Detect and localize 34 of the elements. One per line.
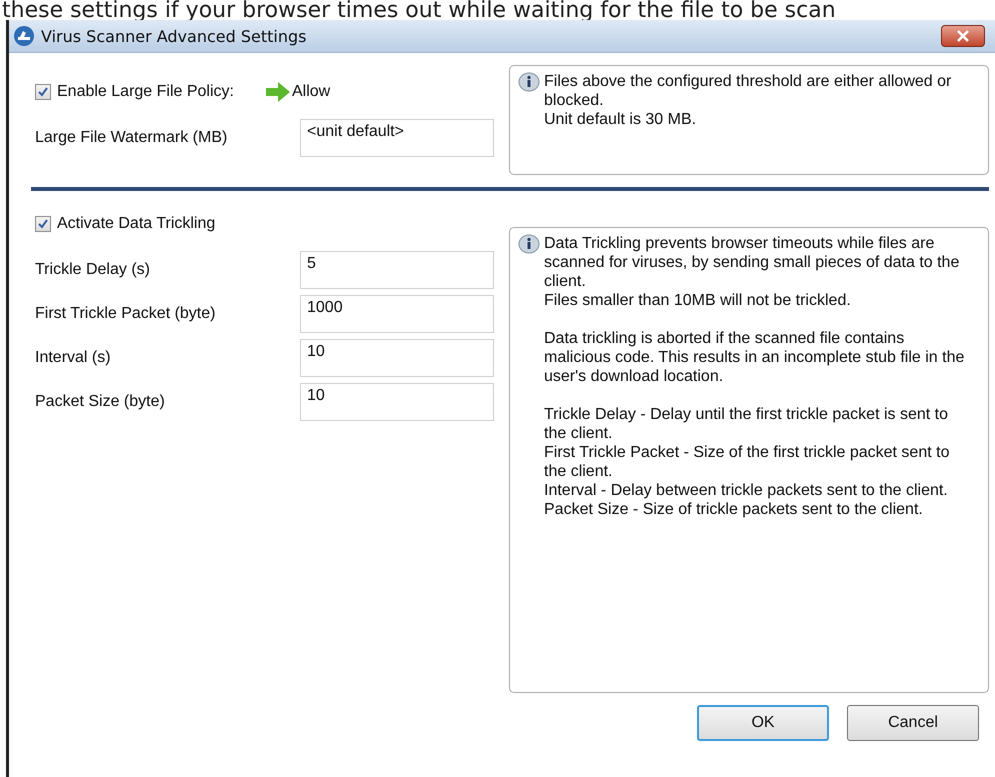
dialog-button[interactable]: Cancel: [847, 705, 979, 741]
window-title: Virus Scanner Advanced Settings: [41, 26, 308, 46]
field-label: Interval (s): [35, 349, 112, 367]
info-text: Unit default is 30 MB.: [544, 110, 698, 129]
checkbox-label: Activate Data Trickling: [57, 215, 216, 233]
field-label: Large File Watermark (MB): [35, 129, 228, 147]
checkbox[interactable]: [35, 216, 51, 232]
info-icon: [518, 234, 540, 256]
dialog-button[interactable]: OK: [697, 705, 829, 741]
field-label: First Trickle Packet (byte): [35, 305, 216, 323]
info-text: Data Trickling prevents browser timeouts while files are scanned for viruses, by sending small pieces of data to the client.: [544, 234, 960, 291]
close-icon: [956, 30, 970, 42]
input-field[interactable]: 5: [300, 251, 494, 289]
input-field[interactable]: 10: [300, 383, 494, 421]
checkbox[interactable]: [35, 84, 51, 100]
info-text: Files smaller than 10MB will not be trickled.: [544, 291, 852, 310]
action-label: Allow: [292, 83, 330, 101]
info-text: Packet Size - Size of trickle packets sent to the client.: [544, 500, 924, 519]
input-field[interactable]: 1000: [300, 295, 494, 333]
info-text: Data trickling is aborted if the scanned file contains malicious code. This results in an incomplete stub file in the user's download location.: [544, 329, 966, 386]
app-icon: [13, 25, 35, 47]
field-label: Trickle Delay (s): [35, 261, 151, 279]
close-button[interactable]: [941, 25, 985, 47]
info-icon: [518, 72, 540, 94]
checkbox-label: Enable Large File Policy:: [57, 83, 234, 101]
info-text: Trickle Delay - Delay until the first trickle packet is sent to the client.: [544, 405, 949, 443]
input-field[interactable]: 10: [300, 339, 494, 377]
info-text: First Trickle Packet - Size of the first trickle packet sent to the client.: [544, 443, 950, 481]
info-text: Interval - Delay between trickle packets sent to the client.: [544, 481, 949, 500]
input-field[interactable]: <unit default>: [300, 119, 494, 157]
page-text: these settings if your browser times out while waiting for the file to be scan: [1, 0, 837, 20]
arrow-icon: [266, 82, 290, 102]
field-label: Packet Size (byte): [35, 393, 166, 411]
info-text: Files above the configured threshold are either allowed or blocked.: [544, 72, 952, 110]
